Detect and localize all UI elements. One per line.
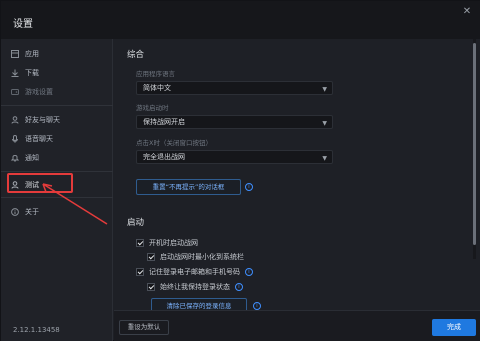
sidebar-item-apps[interactable]: 应用 xyxy=(11,47,107,61)
info-circle-icon xyxy=(11,208,19,216)
close-behavior-value: 完全退出战网 xyxy=(143,153,185,161)
stay-logged-in-label: 始终让我保持登录状态 xyxy=(160,283,230,291)
scrollbar-thumb[interactable] xyxy=(473,43,476,245)
info-icon[interactable]: i xyxy=(245,268,253,276)
section-title-general: 综合 xyxy=(127,50,145,60)
remember-login-checkbox[interactable]: 记住登录电子邮箱和手机号码 i xyxy=(136,267,253,277)
game-settings-icon xyxy=(11,89,19,95)
footer-bar: 重设为默认 完成 xyxy=(114,310,480,341)
startup-label: 游戏启动时 xyxy=(136,104,169,112)
language-select[interactable]: 简体中文 ▼ xyxy=(136,81,333,95)
close-behavior-select[interactable]: 完全退出战网 ▼ xyxy=(136,150,333,164)
checkbox-icon xyxy=(136,268,144,276)
close-icon[interactable]: ✕ xyxy=(461,6,473,18)
notification-icon xyxy=(11,155,19,162)
chevron-down-icon: ▼ xyxy=(322,155,327,162)
chevron-down-icon: ▼ xyxy=(322,120,327,127)
sidebar-item-label: 好友与聊天 xyxy=(25,116,60,124)
minimize-tray-checkbox[interactable]: 启动战网时最小化到系统栏 xyxy=(147,252,244,262)
info-icon[interactable]: i xyxy=(253,302,261,310)
sidebar-item-download[interactable]: 下载 xyxy=(11,66,107,80)
download-icon xyxy=(11,69,19,77)
startup-select[interactable]: 保持战网开启 ▼ xyxy=(136,115,333,129)
sidebar-item-voice-chat[interactable]: 语音聊天 xyxy=(11,132,107,146)
startup-value: 保持战网开启 xyxy=(143,118,185,126)
language-label: 应用程序语言 xyxy=(136,70,175,78)
sidebar-divider xyxy=(1,105,113,106)
sidebar-item-label: 通知 xyxy=(25,154,39,162)
minimize-tray-label: 启动战网时最小化到系统栏 xyxy=(160,253,244,261)
stay-logged-in-checkbox[interactable]: 始终让我保持登录状态 i xyxy=(147,282,243,292)
checkbox-icon xyxy=(147,253,155,261)
sidebar-item-friends-chat[interactable]: 好友与聊天 xyxy=(11,113,107,127)
microphone-icon xyxy=(12,135,18,143)
sidebar-item-label: 关于 xyxy=(25,208,39,216)
remember-login-label: 记住登录电子邮箱和手机号码 xyxy=(149,268,240,276)
auto-launch-label: 开机时启动战网 xyxy=(149,239,198,247)
close-behavior-label: 点击X时（关闭窗口按钮） xyxy=(136,139,212,147)
sidebar-item-label: 语音聊天 xyxy=(25,135,53,143)
sidebar-item-notifications[interactable]: 通知 xyxy=(11,151,107,165)
section-title-launch: 启动 xyxy=(127,218,145,228)
info-icon[interactable]: i xyxy=(235,283,243,291)
sidebar-item-label: 下载 xyxy=(25,69,39,77)
annotation-arrow xyxy=(42,183,108,225)
reset-tips-button[interactable]: 重置“不再提示”的对话框 xyxy=(136,179,241,195)
app-grid-icon xyxy=(11,50,19,58)
title-bar: 设置 ✕ xyxy=(1,1,480,39)
friends-icon xyxy=(11,116,19,124)
sidebar-item-label: 游戏设置 xyxy=(25,88,53,96)
version-label: 2.12.1.13458 xyxy=(13,326,60,334)
window-title: 设置 xyxy=(13,19,33,30)
checkbox-icon xyxy=(136,239,144,247)
sidebar-item-label: 应用 xyxy=(25,50,39,58)
sidebar-divider xyxy=(1,171,113,172)
chevron-down-icon: ▼ xyxy=(322,86,327,93)
language-value: 简体中文 xyxy=(143,84,171,92)
settings-window: 设置 ✕ 应用 下载 游戏设置 好友与聊天 语音聊天 通知 测试 关于 2.12… xyxy=(0,0,480,341)
done-button[interactable]: 完成 xyxy=(432,319,476,336)
checkbox-icon xyxy=(147,283,155,291)
settings-content: 综合 应用程序语言 简体中文 ▼ 游戏启动时 保持战网开启 ▼ 点击X时（关闭窗… xyxy=(114,39,480,341)
info-icon[interactable]: i xyxy=(245,183,253,191)
sidebar-item-game-settings[interactable]: 游戏设置 xyxy=(11,85,107,99)
reset-default-button[interactable]: 重设为默认 xyxy=(119,320,169,335)
auto-launch-checkbox[interactable]: 开机时启动战网 xyxy=(136,238,198,248)
